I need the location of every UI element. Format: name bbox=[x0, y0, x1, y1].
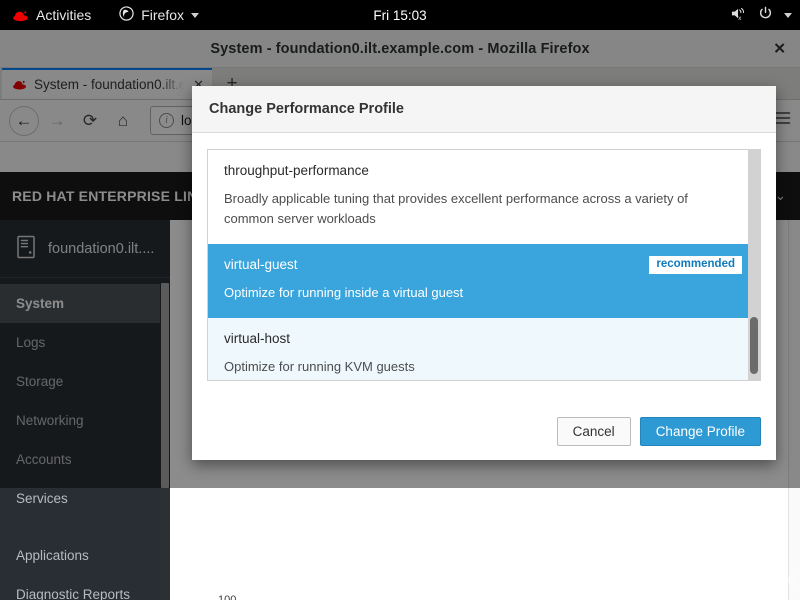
profile-description: Optimize for running inside a virtual gu… bbox=[224, 285, 464, 300]
sidebar-item-diagnostic-reports[interactable]: Diagnostic Reports bbox=[0, 575, 170, 600]
recommended-badge: recommended bbox=[649, 256, 742, 275]
svg-text:x: x bbox=[738, 15, 742, 21]
profile-list[interactable]: throughput-performance Broadly applicabl… bbox=[207, 149, 761, 381]
system-menu-chevron-down-icon[interactable] bbox=[784, 12, 792, 18]
sidebar-item-applications[interactable]: Applications bbox=[0, 536, 170, 575]
gnome-top-bar: Activities Firefox Fri 15:03 x bbox=[0, 0, 800, 30]
profile-name: throughput-performance bbox=[224, 163, 369, 178]
watermark: https://blog.csdn.net/peng03027146 bbox=[554, 572, 796, 589]
sidebar-item-label: Services bbox=[16, 491, 68, 506]
chevron-down-icon bbox=[191, 12, 200, 18]
cancel-button[interactable]: Cancel bbox=[556, 417, 631, 446]
volume-muted-icon[interactable]: x bbox=[730, 6, 747, 24]
profile-list-item-throughput-performance[interactable]: throughput-performance Broadly applicabl… bbox=[208, 150, 760, 244]
dialog-title: Change Performance Profile bbox=[209, 101, 404, 117]
sidebar-divider bbox=[0, 518, 170, 536]
change-performance-profile-dialog: Change Performance Profile throughput-pe… bbox=[192, 86, 776, 460]
profile-list-scrollbar[interactable] bbox=[748, 150, 760, 380]
firefox-icon bbox=[119, 6, 134, 24]
gnome-status-area[interactable]: x bbox=[730, 6, 792, 24]
dialog-footer: Cancel Change Profile bbox=[556, 417, 761, 446]
profile-description: Optimize for running KVM guests bbox=[224, 359, 415, 374]
activities-button[interactable]: Activities bbox=[8, 7, 95, 23]
power-icon[interactable] bbox=[758, 6, 773, 24]
profile-name: virtual-host bbox=[224, 331, 291, 346]
sidebar-item-label: Applications bbox=[16, 548, 89, 563]
dialog-header: Change Performance Profile bbox=[192, 86, 776, 133]
gnome-top-bar-left: Activities Firefox bbox=[0, 6, 203, 24]
profile-list-item-virtual-guest[interactable]: virtual-guest recommended Optimize for r… bbox=[208, 244, 760, 318]
sidebar-item-label: Diagnostic Reports bbox=[16, 587, 131, 600]
app-menu-label: Firefox bbox=[141, 7, 185, 23]
chart-y-axis-tick: 100 bbox=[218, 594, 237, 600]
profile-list-scrollbar-thumb[interactable] bbox=[750, 317, 758, 374]
activities-label: Activities bbox=[36, 7, 92, 23]
dialog-body: throughput-performance Broadly applicabl… bbox=[192, 133, 776, 381]
app-menu-button[interactable]: Firefox bbox=[115, 6, 203, 24]
firefox-window: System - foundation0.ilt.example.com - M… bbox=[0, 30, 800, 600]
profile-description: Broadly applicable tuning that provides … bbox=[224, 191, 688, 226]
screen: Activities Firefox Fri 15:03 x System - … bbox=[0, 0, 800, 600]
profile-list-item-virtual-host[interactable]: virtual-host Optimize for running KVM gu… bbox=[208, 318, 760, 380]
redhat-logo-icon bbox=[12, 9, 29, 22]
change-profile-button[interactable]: Change Profile bbox=[639, 417, 761, 446]
